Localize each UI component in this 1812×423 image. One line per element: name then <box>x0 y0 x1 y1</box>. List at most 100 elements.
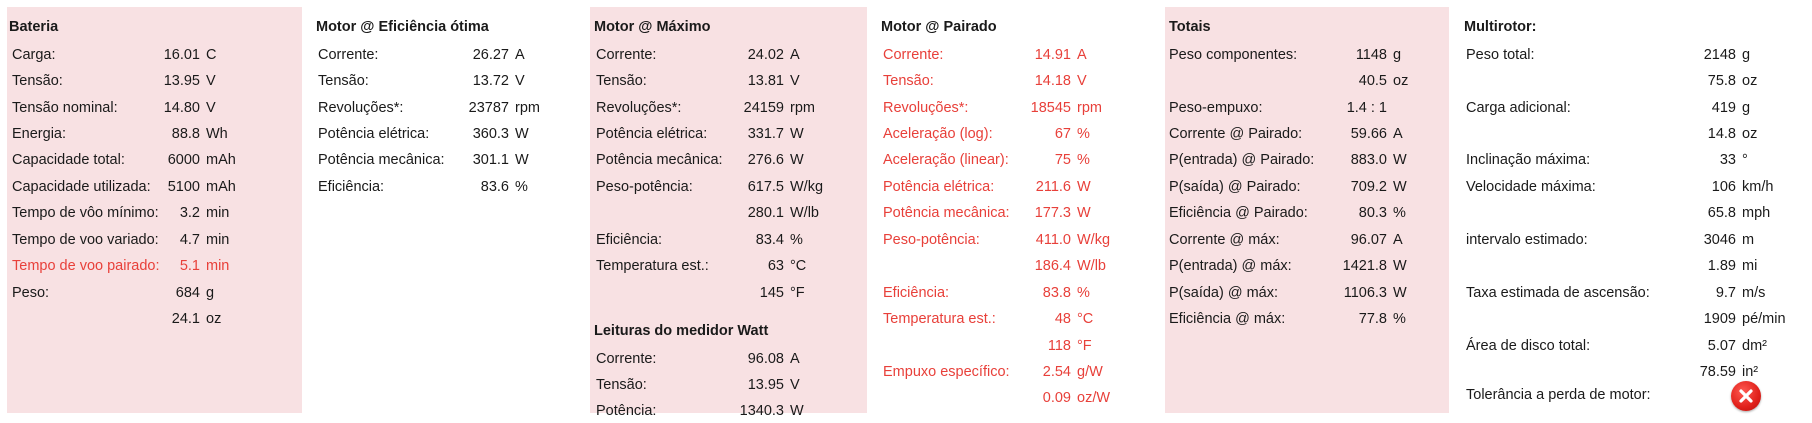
row-unit: V <box>1077 73 1087 89</box>
table-row: Potência mecânica: 177.3 W <box>877 205 1155 225</box>
row-unit: A <box>1393 232 1403 248</box>
row-label: Eficiência @ máx: <box>1169 311 1286 327</box>
table-row: Aceleração (log): 67% <box>877 126 1155 146</box>
table-row: 0.09 oz/W <box>877 390 1155 410</box>
row-label: Aceleração (log): <box>883 126 993 142</box>
table-row: 75.8 oz <box>1460 73 1812 93</box>
row-unit: oz <box>1742 126 1758 142</box>
row-value: 9.7 <box>1715 285 1736 301</box>
row-value: 2.54 <box>1042 364 1071 380</box>
table-row: Peso-potência: 411.0 W/kg <box>877 232 1155 252</box>
motor-hover-title: Motor @ Pairado <box>881 19 997 35</box>
table-row: Revoluções*: 23787 rpm <box>312 100 577 120</box>
table-row: 24.1 oz <box>7 311 302 331</box>
row-value: 1909 <box>1703 311 1736 327</box>
row-label: Potência elétrica: <box>318 126 430 142</box>
battery-title: Bateria <box>9 19 59 35</box>
row-value: 16.01 <box>163 47 200 63</box>
row-unit: rpm <box>515 100 540 116</box>
row-label: Corrente @ máx: <box>1169 232 1280 248</box>
table-row: Corrente: 14.91 A <box>877 47 1155 67</box>
row-value: 118 <box>1047 338 1071 354</box>
row-unit: °C <box>1077 311 1094 327</box>
row-label: Revoluções*: <box>883 100 969 116</box>
row-value: 14.8 <box>1707 126 1736 142</box>
row-value: 211.6 <box>1035 179 1071 195</box>
row-value: 419 <box>1711 100 1736 116</box>
row-value: 83.6 <box>480 179 509 195</box>
table-row: Tensão: 13.81 V <box>590 73 867 93</box>
table-row: Carga adicional: 419 g <box>1460 100 1812 120</box>
table-row: Taxa estimada de ascensão: 9.7 m/s <box>1460 285 1812 305</box>
table-row: Tensão: 13.95 V <box>7 73 302 93</box>
row-label: Potência: <box>596 403 657 419</box>
row-unit: mAh <box>206 152 236 168</box>
row-unit: g <box>1393 47 1402 63</box>
table-row: 14.8 oz <box>1460 126 1812 146</box>
row-unit: W <box>790 126 804 142</box>
row-unit: W <box>1393 258 1407 274</box>
table-row: Potência mecânica: 301.1 W <box>312 152 577 172</box>
table-row: Aceleração (linear): 75% <box>877 152 1155 172</box>
row-value: 78.59 <box>1699 364 1736 380</box>
row-label: Potência mecânica: <box>883 205 1010 221</box>
row-value: 1148 <box>1355 47 1387 63</box>
row-label: P(saída) @ máx: <box>1169 285 1278 301</box>
row-unit: g <box>1742 100 1751 116</box>
totals-title: Totais <box>1169 19 1211 35</box>
table-row: Empuxo específico: 2.54 g/W <box>877 364 1155 384</box>
row-value: 186.4 <box>1034 258 1071 274</box>
row-label: Peso-potência: <box>596 179 693 195</box>
table-row: Eficiência @ Pairado: 80.3% <box>1165 205 1449 225</box>
row-value: 24159 <box>743 100 784 116</box>
row-value: 106 <box>1711 179 1736 195</box>
table-row: Potência elétrica: 331.7 W <box>590 126 867 146</box>
row-label: Eficiência @ Pairado: <box>1169 205 1308 221</box>
motor-loss-label: Tolerância a perda de motor: <box>1466 387 1651 403</box>
row-value: 33 <box>1719 152 1736 168</box>
row-value: 26.27 <box>472 47 509 63</box>
table-row: P(saída) @ máx: 1106.3 W <box>1165 285 1449 305</box>
row-unit: V <box>515 73 525 89</box>
row-unit: A <box>515 47 525 63</box>
table-row: 118 °F <box>877 338 1155 358</box>
row-label: Peso total: <box>1466 47 1535 63</box>
row-label: Peso: <box>12 285 50 301</box>
table-row: Energia: 88.8 Wh <box>7 126 302 146</box>
row-value: 4.7 <box>179 232 200 248</box>
row-unit: dm² <box>1742 338 1767 354</box>
table-row: Tempo de vôo mínimo: 3.2 min <box>7 205 302 225</box>
row-unit: % <box>1393 311 1406 327</box>
row-value: 0.09 <box>1042 390 1071 406</box>
row-label: Peso componentes: <box>1169 47 1298 63</box>
table-row: Corrente @ máx: 96.07 A <box>1165 232 1449 252</box>
row-unit: % <box>1393 205 1406 221</box>
row-unit: % <box>790 232 803 248</box>
row-value: 3.2 <box>179 205 200 221</box>
battery-panel: Bateria Carga: 16.01 C Tensão: 13.95 V Tensão … <box>7 7 302 413</box>
table-row: Potência elétrica: 211.6 W <box>877 179 1155 199</box>
multirotor-panel: Multirotor: Tolerância a perda de motor:… <box>1460 7 1812 413</box>
table-row: Temperatura est.: 48 °C <box>877 311 1155 331</box>
table-row: Peso total: 2148 g <box>1460 47 1812 67</box>
row-unit: mAh <box>206 179 236 195</box>
row-value: 1106.3 <box>1343 285 1387 301</box>
row-value: 96.08 <box>747 351 784 367</box>
row-unit: m/s <box>1742 285 1766 301</box>
table-row: Tensão: 14.18 V <box>877 73 1155 93</box>
row-value: 83.8 <box>1042 285 1071 301</box>
table-row: Área de disco total: 5.07 dm² <box>1460 338 1812 358</box>
row-label: Temperatura est.: <box>883 311 996 327</box>
row-unit: oz <box>1393 73 1409 89</box>
row-label: Revoluções*: <box>596 100 682 116</box>
row-unit: W <box>1393 285 1407 301</box>
row-unit: W <box>515 152 529 168</box>
table-row: Tempo de voo pairado: 5.1 min <box>7 258 302 278</box>
row-value: 1421.8 <box>1342 258 1387 274</box>
row-label: Potência elétrica: <box>883 179 995 195</box>
table-row: Tensão: 13.95 V <box>590 377 867 397</box>
row-label: Corrente: <box>318 47 379 63</box>
table-row: Peso-empuxo: 1.4 : 1 <box>1165 100 1449 120</box>
row-unit: g/W <box>1077 364 1103 380</box>
row-label: Área de disco total: <box>1466 338 1591 354</box>
